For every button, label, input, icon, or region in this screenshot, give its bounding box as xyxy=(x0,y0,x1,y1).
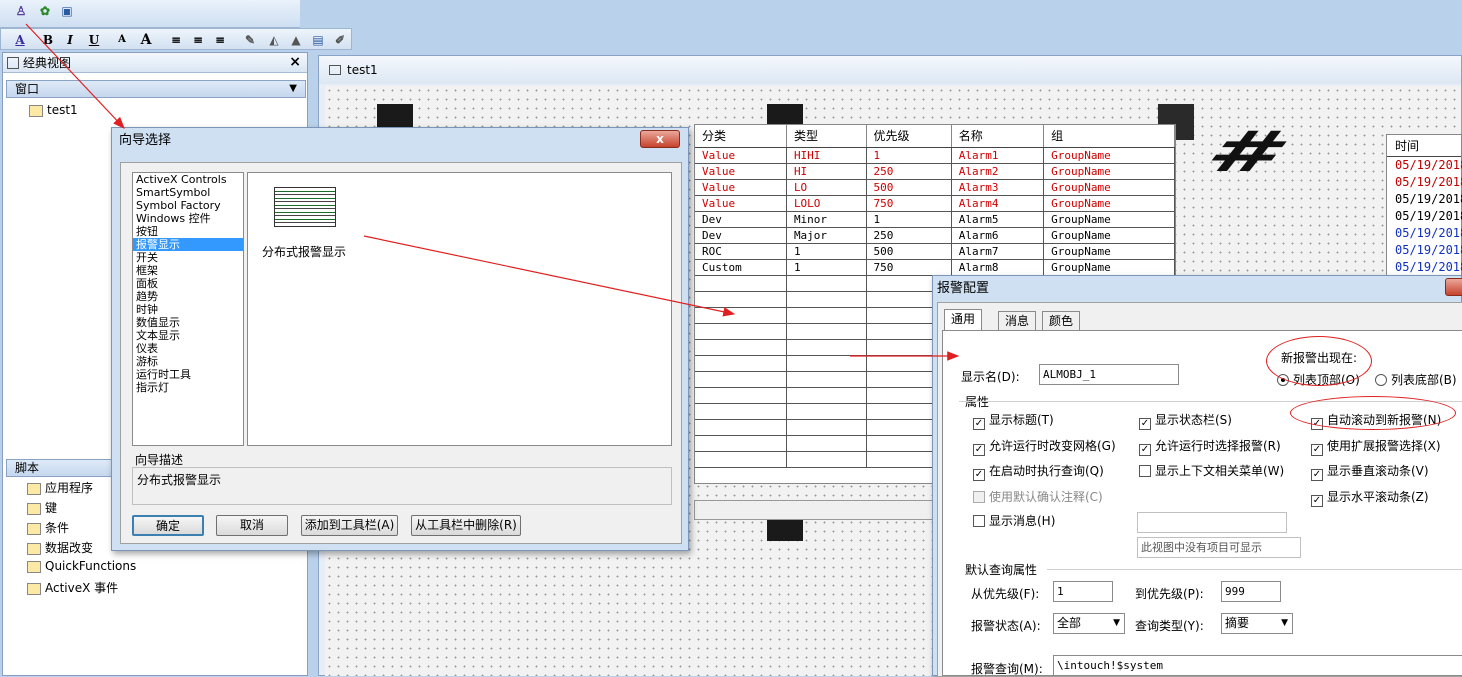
annotation-circle xyxy=(1266,336,1372,386)
annotation-circle xyxy=(1290,396,1456,430)
annotation-arrow xyxy=(25,23,125,129)
tab-general[interactable]: 通用 xyxy=(944,309,983,330)
annotation-overlay xyxy=(25,23,960,361)
annotation-arrow xyxy=(363,235,736,317)
